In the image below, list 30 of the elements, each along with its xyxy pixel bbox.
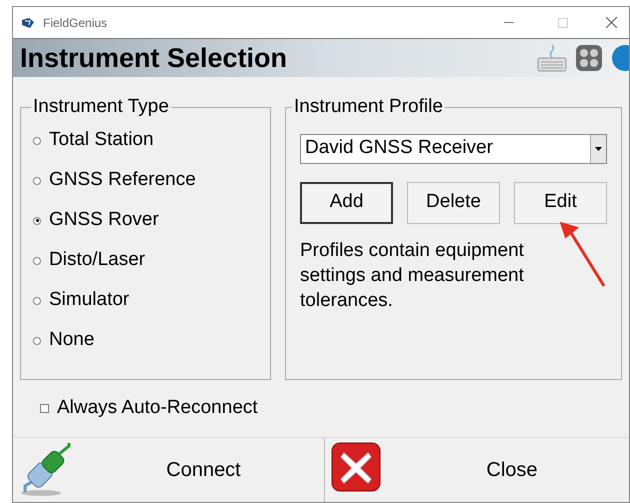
radio-option[interactable]: Total Station (33, 128, 258, 154)
profile-button[interactable]: Delete (407, 182, 500, 224)
radio-option[interactable]: Simulator (33, 288, 258, 314)
radio-option[interactable]: Disto/Laser (33, 248, 258, 274)
window-title: FieldGenius (43, 14, 108, 32)
app-icon (21, 16, 35, 28)
help-icon[interactable] (611, 44, 629, 72)
close-x-icon (331, 442, 381, 494)
calculator-icon[interactable] (575, 44, 603, 72)
profile-description: Profiles contain equipment settings and measurement tolerances. (300, 238, 525, 312)
auto-reconnect-checkbox[interactable]: Always Auto-Reconnect (40, 396, 629, 420)
profile-button[interactable]: Add (300, 182, 393, 224)
radio-icon[interactable] (33, 176, 41, 184)
radio-option[interactable]: None (33, 328, 258, 354)
group-title: Instrument Profile (293, 95, 444, 119)
checkbox-icon[interactable] (40, 404, 49, 412)
close-icon[interactable] (606, 17, 617, 28)
radio-icon[interactable] (33, 296, 41, 304)
radio-icon[interactable] (33, 136, 41, 144)
radio-icon[interactable] (33, 216, 41, 224)
radio-icon[interactable] (33, 336, 41, 344)
annotation-arrow (560, 222, 606, 288)
radio-option[interactable]: GNSS Rover (33, 208, 258, 234)
radio-option[interactable]: GNSS Reference (33, 168, 258, 194)
group-title: Instrument Type (32, 95, 170, 119)
keyboard-icon[interactable] (537, 43, 567, 73)
profile-button[interactable]: Edit (514, 182, 607, 224)
profile-dropdown[interactable]: David GNSS Receiver (300, 134, 607, 164)
page-title: Instrument Selection (20, 42, 288, 75)
radio-icon[interactable] (33, 256, 41, 264)
